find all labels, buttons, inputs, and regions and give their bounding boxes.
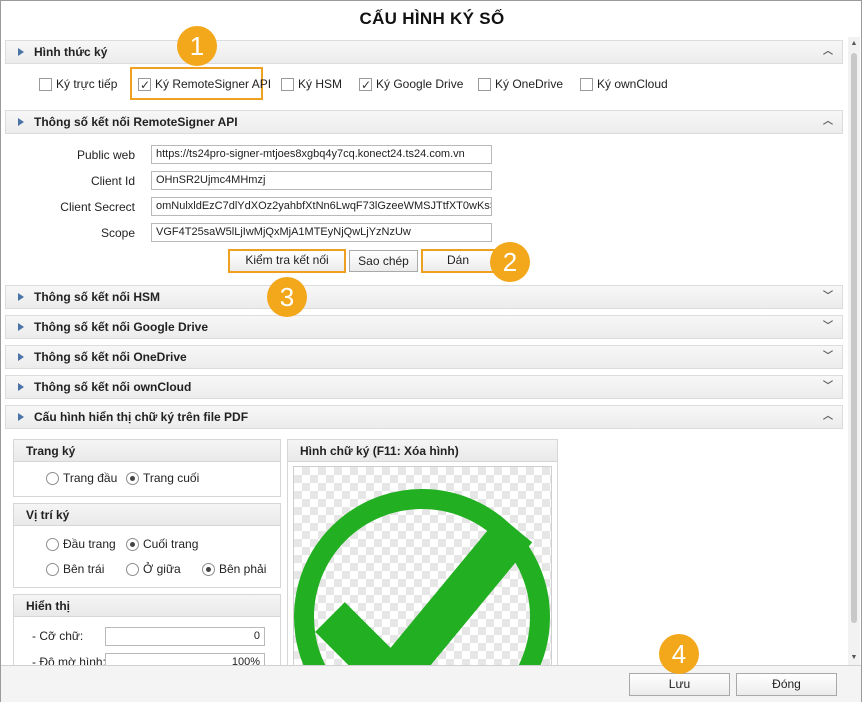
chevron-up-icon[interactable]: ︿ — [822, 111, 834, 133]
expand-triangle-icon — [18, 48, 24, 56]
group-hinh-thuc-ky[interactable]: Hình thức ký ︿ — [5, 40, 843, 64]
group-title: Thông số kết nối OneDrive — [34, 350, 187, 364]
group-google-drive[interactable]: Thông số kết nối Google Drive ﹀ — [5, 315, 843, 339]
label-scope: Scope — [100, 226, 135, 240]
green-checkmark-icon — [294, 489, 550, 665]
panel-hien-thi: Hiển thị - Cỡ chữ: 0 - Độ mờ hình: 100% — [13, 594, 281, 665]
font-size-input[interactable]: 0 — [105, 627, 265, 646]
public-web-input[interactable]: https://ts24pro-signer-mtjoes8xgbq4y7cq.… — [151, 145, 492, 164]
label-client-secret: Client Secrect — [60, 200, 135, 214]
group-title: Thông số kết nối Google Drive — [34, 320, 209, 334]
panel-title: Hiển thị — [14, 595, 280, 617]
group-pdf-display[interactable]: Cấu hình hiển thị chữ ký trên file PDF ︿ — [5, 405, 843, 429]
window-title: CẤU HÌNH KÝ SỐ — [359, 9, 505, 28]
vertical-scrollbar[interactable]: ▲ ▼ — [848, 37, 860, 665]
save-button[interactable]: Lưu — [629, 673, 730, 696]
group-title: Hình thức ký — [34, 45, 108, 59]
scroll-down-icon[interactable]: ▼ — [850, 653, 858, 663]
close-button[interactable]: Đóng — [736, 673, 837, 696]
sign-method-options: Ký trực tiếp Ký RemoteSigner API Ký HSM … — [5, 67, 843, 101]
group-onedrive[interactable]: Thông số kết nối OneDrive ﹀ — [5, 345, 843, 369]
label-client-id: Client Id — [90, 174, 135, 188]
label-font-size: - Cỡ chữ: — [32, 629, 84, 643]
expand-triangle-icon — [18, 118, 24, 126]
group-owncloud[interactable]: Thông số kết nối ownCloud ﹀ — [5, 375, 843, 399]
expand-triangle-icon — [18, 293, 24, 301]
scroll-up-icon[interactable]: ▲ — [850, 39, 858, 49]
badge-2: 2 — [490, 242, 530, 282]
opacity-input[interactable]: 100% — [105, 653, 265, 665]
radio-dot[interactable] — [46, 538, 59, 551]
badge-1: 1 — [177, 26, 217, 66]
expand-triangle-icon — [18, 353, 24, 361]
badge-4: 4 — [659, 634, 699, 674]
label-public-web: Public web — [76, 148, 135, 162]
checkbox-checked[interactable] — [359, 76, 372, 94]
radio-dot-selected[interactable] — [202, 563, 215, 576]
radio-dot[interactable] — [126, 563, 139, 576]
panel-trang-ky: Trang ký Trang đầu Trang cuối — [13, 439, 281, 497]
label-opacity: - Độ mờ hình: — [32, 655, 106, 665]
chevron-down-icon[interactable]: ﹀ — [822, 376, 834, 398]
panel-title: Trang ký — [14, 440, 280, 462]
config-window: CẤU HÌNH KÝ SỐ Hình thức ký ︿ Ký trực ti… — [0, 0, 862, 702]
group-title: Thông số kết nối ownCloud — [34, 380, 192, 394]
expand-triangle-icon — [18, 383, 24, 391]
copy-button[interactable]: Sao chép — [349, 250, 418, 272]
panel-signature-image: Hình chữ ký (F11: Xóa hình) — [287, 439, 558, 665]
client-secret-input[interactable]: omNulxldEzC7dlYdXOz2yahbfXtNn6LwqF73lGze… — [151, 197, 492, 216]
paste-button[interactable]: Dán — [421, 249, 495, 273]
scroll-thumb[interactable] — [851, 53, 857, 623]
client-id-input[interactable]: OHnSR2Ujmc4MHmzj — [151, 171, 492, 190]
test-connection-button[interactable]: Kiểm tra kết nối — [228, 249, 346, 273]
checkbox[interactable] — [39, 78, 52, 91]
expand-triangle-icon — [18, 413, 24, 421]
radio-dot-selected[interactable] — [126, 538, 139, 551]
content-scroll-area: Hình thức ký ︿ Ký trực tiếp Ký RemoteSig… — [5, 37, 847, 665]
chevron-down-icon[interactable]: ﹀ — [822, 316, 834, 338]
chevron-down-icon[interactable]: ﹀ — [822, 286, 834, 308]
scope-input[interactable]: VGF4T25saW5lLjIwMjQxMjA1MTEyNjQwLjYzNzUw — [151, 223, 492, 242]
chevron-up-icon[interactable]: ︿ — [822, 406, 834, 428]
checkbox-checked[interactable] — [138, 76, 151, 94]
radio-dot[interactable] — [46, 472, 59, 485]
group-title: Thông số kết nối HSM — [34, 290, 160, 304]
panel-vi-tri-ky: Vị trí ký Đầu trang Cuối trang Bên trái … — [13, 503, 281, 588]
group-hsm[interactable]: Thông số kết nối HSM ﹀ — [5, 285, 843, 309]
radio-dot-selected[interactable] — [126, 472, 139, 485]
group-title: Thông số kết nối RemoteSigner API — [34, 115, 238, 129]
footer-bar: Lưu Đóng — [1, 665, 861, 702]
checkbox[interactable] — [478, 78, 491, 91]
chevron-down-icon[interactable]: ﹀ — [822, 346, 834, 368]
chevron-up-icon[interactable]: ︿ — [822, 41, 834, 63]
signature-image-canvas[interactable] — [293, 466, 552, 665]
panel-title: Vị trí ký — [14, 504, 280, 526]
checkbox[interactable] — [580, 78, 593, 91]
expand-triangle-icon — [18, 323, 24, 331]
panel-title: Hình chữ ký (F11: Xóa hình) — [288, 440, 557, 462]
group-remotesigner-api[interactable]: Thông số kết nối RemoteSigner API ︿ — [5, 110, 843, 134]
checkbox[interactable] — [281, 78, 294, 91]
badge-3: 3 — [267, 277, 307, 317]
group-title: Cấu hình hiển thị chữ ký trên file PDF — [34, 410, 249, 424]
radio-dot[interactable] — [46, 563, 59, 576]
